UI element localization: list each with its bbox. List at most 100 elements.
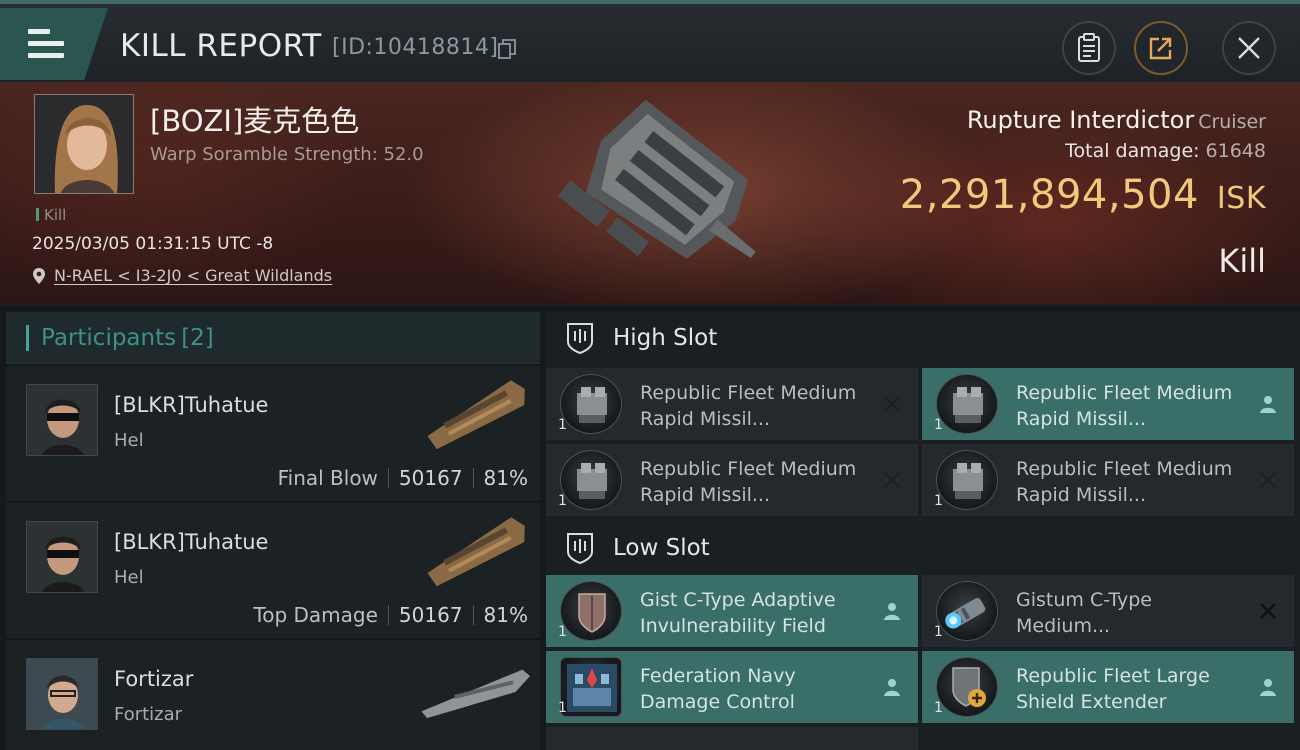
participant-ship: Hel [114, 567, 144, 588]
page-title: KILL REPORT [120, 28, 322, 64]
high-slot-label: High Slot [613, 325, 718, 351]
isk-unit: ISK [1216, 181, 1266, 216]
participant-portrait[interactable] [26, 658, 98, 730]
participant-stats: Top Damage 50167 81% [253, 603, 528, 627]
low-slot-module-partial[interactable] [546, 727, 918, 750]
dropped-person-icon [1260, 679, 1276, 696]
module-name: Republic Fleet Medium Rapid Missil... [1016, 458, 1233, 506]
dropped-person-icon [1260, 396, 1276, 413]
missile-launcher-icon [936, 450, 998, 510]
warp-scramble-strength: Warp Soramble Strength: 52.0 [150, 144, 424, 165]
participant-name[interactable]: [BLKR]Tuhatue [114, 530, 268, 554]
high-slot-module[interactable]: 1 Republic Fleet Medium Rapid Missil... [546, 444, 918, 516]
close-button[interactable] [1222, 21, 1276, 75]
module-name: Republic Fleet Medium Rapid Missil... [640, 458, 857, 506]
participant-percent: 81% [483, 466, 528, 490]
module-name: Republic Fleet Medium Rapid Missil... [1016, 382, 1233, 430]
kill-tag-label: Kill [44, 206, 67, 224]
high-slot-module[interactable]: 1 Republic Fleet Medium Rapid Missil... [922, 444, 1294, 516]
location-pin-icon [33, 267, 45, 284]
participant-ship-image [427, 517, 525, 587]
participants-count: [2] [181, 324, 214, 351]
total-damage: Total damage: 61648 [1065, 140, 1266, 162]
participant-ship: Fortizar [114, 704, 183, 725]
participants-header: Participants [2] [6, 312, 540, 364]
participants-panel: Participants [2] [BLKR]Tuhatue Hel Final… [6, 312, 540, 750]
module-quantity: 1 [934, 700, 943, 716]
module-quantity: 1 [558, 417, 567, 433]
low-slot-header: Low Slot [546, 522, 1300, 574]
destroyed-x-icon [1260, 472, 1276, 488]
fitting-panel: High Slot 1 Republic Fleet Medium Rapid … [546, 312, 1300, 750]
clipboard-button[interactable] [1062, 21, 1116, 75]
shield-extender-icon [936, 657, 998, 717]
missile-launcher-icon [560, 450, 622, 510]
result-label: Kill [1218, 242, 1266, 280]
low-slot-icon [567, 533, 593, 565]
kill-location[interactable]: N-RAEL < I3-2J0 < Great Wildlands [32, 266, 332, 285]
title-bar: KILL REPORT [ID:10418814] [0, 0, 1300, 82]
menu-button[interactable] [0, 8, 108, 80]
share-button[interactable] [1134, 21, 1188, 75]
participant-portrait[interactable] [26, 521, 98, 593]
module-quantity: 1 [558, 493, 567, 509]
participant-ship-image [421, 669, 531, 719]
participant-row[interactable]: [BLKR]Tuhatue Hel Final Blow 50167 81% [6, 364, 540, 501]
clipboard-icon [1078, 33, 1100, 62]
ship-name-text: Rupture Interdictor [966, 106, 1195, 134]
copy-icon[interactable] [498, 39, 516, 59]
participant-percent: 81% [483, 603, 528, 627]
isk-value: 2,291,894,504 ISK [900, 172, 1266, 218]
participant-row[interactable]: Fortizar Fortizar [6, 638, 540, 750]
shield-booster-icon [936, 581, 998, 641]
module-quantity: 1 [934, 417, 943, 433]
module-quantity: 1 [558, 624, 567, 640]
module-quantity: 1 [934, 493, 943, 509]
low-slot-label: Low Slot [613, 535, 710, 561]
victim-ship-image [557, 99, 756, 259]
isk-amount: 2,291,894,504 [899, 172, 1199, 218]
module-name: Federation Navy Damage Control [640, 665, 796, 713]
participant-stats: Final Blow 50167 81% [278, 466, 528, 490]
high-slot-module[interactable]: 1 Republic Fleet Medium Rapid Missil... [922, 368, 1294, 440]
participant-name[interactable]: Fortizar [114, 667, 193, 691]
victim-avatar[interactable] [34, 94, 134, 194]
participant-ship-image [427, 380, 525, 450]
low-slot-empty [922, 727, 1294, 750]
ship-class: Cruiser [1198, 111, 1266, 133]
destroyed-x-icon [884, 396, 900, 412]
participant-name[interactable]: [BLKR]Tuhatue [114, 393, 268, 417]
high-slot-header: High Slot [546, 312, 1300, 364]
destroyed-x-icon [884, 472, 900, 488]
shield-hardener-icon [560, 581, 622, 641]
missile-launcher-icon [560, 374, 622, 434]
module-name: Gist C-Type Adaptive Invulnerability Fie… [640, 589, 836, 637]
high-slot-module[interactable]: 1 Republic Fleet Medium Rapid Missil... [546, 368, 918, 440]
low-slot-module[interactable]: 1 Republic Fleet Large Shield Extender [922, 651, 1294, 723]
dropped-person-icon [884, 679, 900, 696]
close-icon [1238, 37, 1260, 59]
victim-name[interactable]: [BOZI]麦克色色 [150, 98, 359, 140]
damage-control-icon [560, 657, 622, 717]
total-damage-value: 61648 [1205, 140, 1266, 162]
participant-row[interactable]: [BLKR]Tuhatue Hel Top Damage 50167 81% [6, 501, 540, 638]
victim-ship-name[interactable]: Rupture Interdictor Cruiser [967, 106, 1266, 134]
module-quantity: 1 [934, 624, 943, 640]
module-quantity: 1 [558, 700, 567, 716]
hamburger-icon [28, 29, 64, 59]
dropped-person-icon [884, 603, 900, 620]
location-link[interactable]: N-RAEL < I3-2J0 < Great Wildlands [54, 266, 332, 285]
share-icon [1149, 37, 1172, 60]
kill-tag: Kill [36, 206, 66, 224]
module-name: Republic Fleet Medium Rapid Missil... [640, 382, 857, 430]
participant-damage: 50167 [398, 466, 463, 490]
victim-banner: [BOZI]麦克色色 Warp Soramble Strength: 52.0 … [0, 82, 1300, 306]
participants-label: Participants [41, 324, 177, 351]
participant-portrait[interactable] [26, 384, 98, 456]
low-slot-module[interactable]: 1 Federation Navy Damage Control [546, 651, 918, 723]
low-slot-module[interactable]: 1 Gist C-Type Adaptive Invulnerability F… [546, 575, 918, 647]
low-slot-module[interactable]: 1 Gistum C-Type Medium... [922, 575, 1294, 647]
high-slot-icon [567, 323, 593, 355]
participant-ship: Hel [114, 430, 144, 451]
missile-launcher-icon [936, 374, 998, 434]
